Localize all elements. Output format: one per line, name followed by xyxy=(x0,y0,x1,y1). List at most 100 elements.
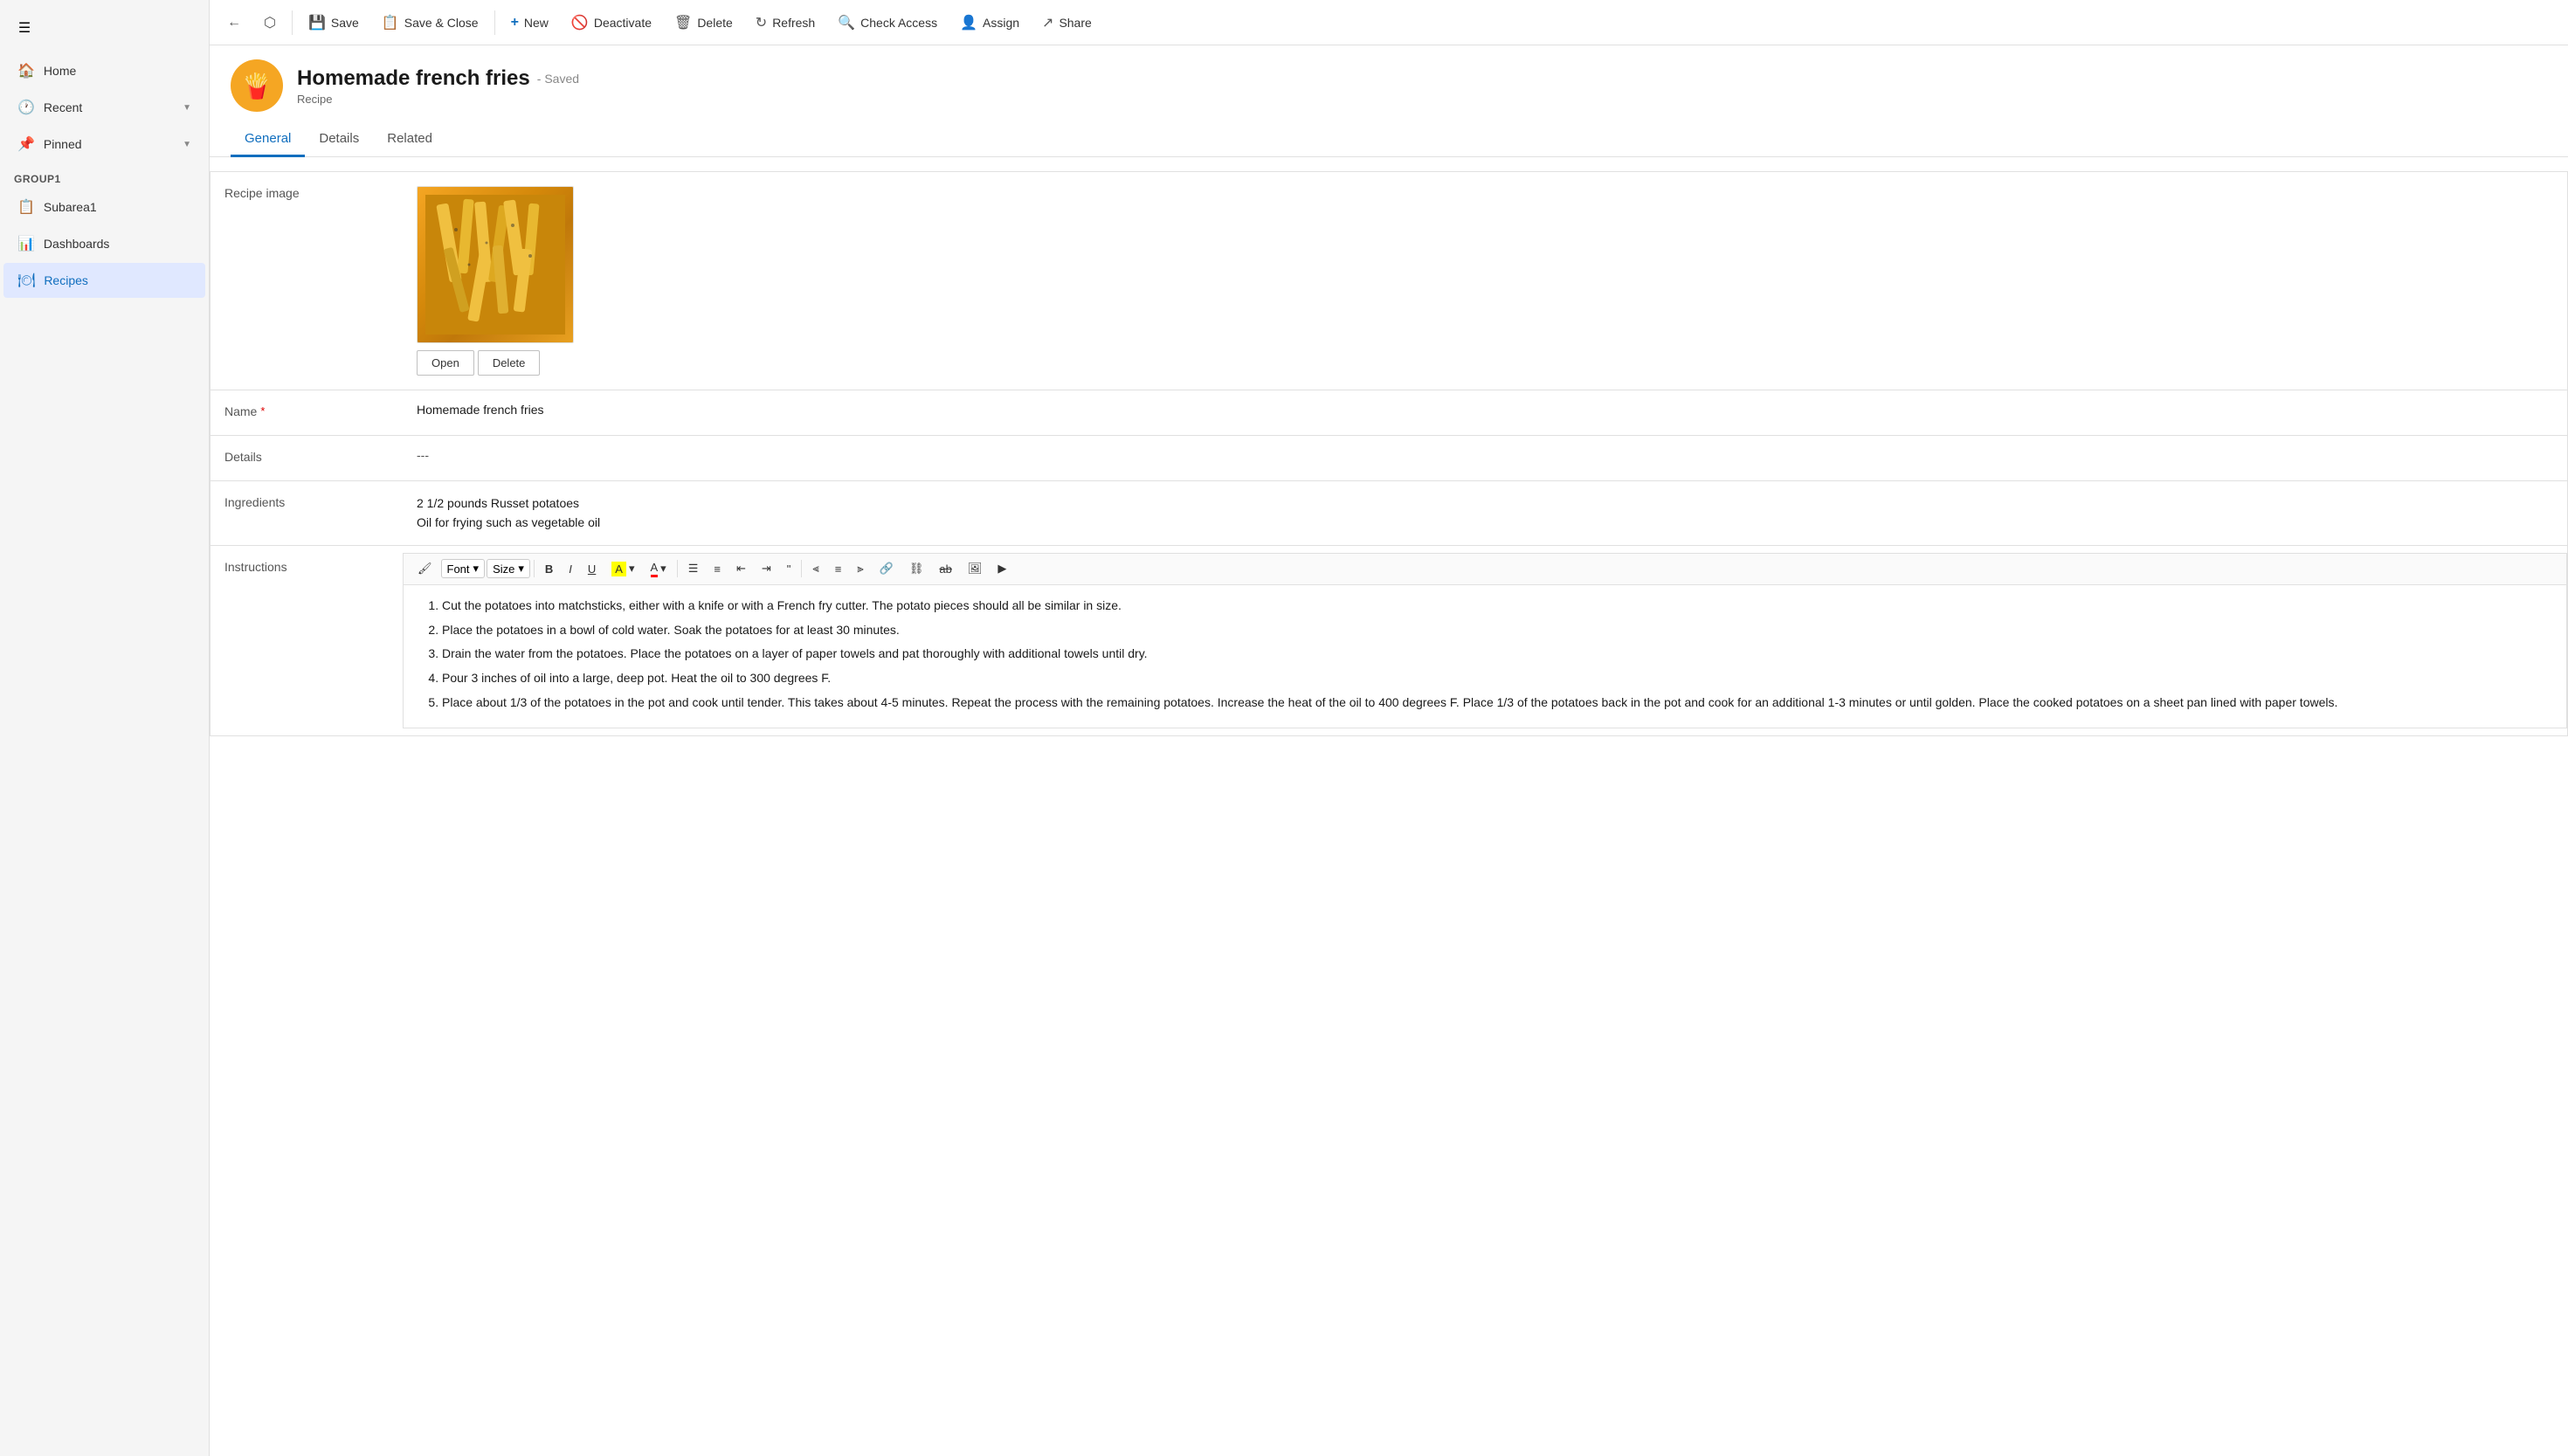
deactivate-label: Deactivate xyxy=(594,16,652,30)
increase-indent-icon: ⇥ xyxy=(762,562,771,576)
ingredients-label: Ingredients xyxy=(211,481,403,545)
tabs: General Details Related xyxy=(210,122,2568,157)
recipe-image-label: Recipe image xyxy=(211,172,403,390)
form-content: Recipe image xyxy=(210,157,2568,1456)
underline-button[interactable]: U xyxy=(581,559,603,579)
hamburger-icon: ☰ xyxy=(18,19,31,37)
decrease-indent-icon: ⇤ xyxy=(736,562,746,576)
assign-label: Assign xyxy=(983,16,1019,30)
instruction-item-1: Cut the potatoes into matchsticks, eithe… xyxy=(442,596,2545,617)
align-left-icon: ⫷ xyxy=(812,562,818,576)
sidebar-item-subarea1[interactable]: 📋 Subarea1 xyxy=(3,190,205,224)
more-icon: ▶ xyxy=(998,562,1006,576)
ingredients-line2: Oil for frying such as vegetable oil xyxy=(417,513,600,532)
deactivate-button[interactable]: 🚫 Deactivate xyxy=(561,7,662,38)
delete-icon: 🗑 xyxy=(674,14,692,31)
recipe-image-container xyxy=(417,186,574,343)
save-close-label: Save & Close xyxy=(404,16,479,30)
more-button[interactable]: ▶ xyxy=(991,558,1013,579)
new-label: New xyxy=(524,16,549,30)
new-button[interactable]: + New xyxy=(500,8,559,38)
sidebar-menu-button[interactable]: ☰ xyxy=(7,10,42,45)
font-color-button[interactable]: A ▾ xyxy=(644,557,673,581)
align-right-button[interactable]: ⫸ xyxy=(850,558,870,579)
refresh-label: Refresh xyxy=(772,16,815,30)
name-required: * xyxy=(260,404,265,417)
increase-indent-button[interactable]: ⇥ xyxy=(755,558,778,579)
refresh-button[interactable]: ↻ Refresh xyxy=(745,7,825,38)
sidebar-home-label: Home xyxy=(44,64,76,78)
bold-button[interactable]: B xyxy=(538,559,560,579)
avatar: 🍟 xyxy=(231,59,283,112)
name-value: Homemade french fries xyxy=(403,390,2567,435)
strikethrough-button[interactable]: ab xyxy=(932,559,958,579)
size-dropdown-label: Size xyxy=(493,562,514,576)
main-area: ← ⬡ 💾 Save 📋 Save & Close + New 🚫 Deacti… xyxy=(210,0,2568,1456)
link-icon: 🔗 xyxy=(880,562,894,576)
record-subtitle: Recipe xyxy=(297,93,579,106)
save-close-button[interactable]: 📋 Save & Close xyxy=(371,7,489,38)
numbered-list-button[interactable]: ≡ xyxy=(707,559,728,579)
unlink-button[interactable]: ⛓ xyxy=(902,558,931,579)
bullet-list-button[interactable]: ☰ xyxy=(681,558,706,579)
save-button[interactable]: 💾 Save xyxy=(298,7,369,38)
italic-icon: I xyxy=(569,562,572,576)
details-value: --- xyxy=(403,436,2567,480)
sidebar-item-home[interactable]: 🏠 Home xyxy=(3,53,205,88)
sidebar-pinned-label: Pinned xyxy=(44,137,82,151)
insert-image-button[interactable]: 🖼 xyxy=(961,558,990,579)
clear-format-button[interactable]: 🖌 xyxy=(411,558,439,579)
blockquote-button[interactable]: " xyxy=(780,559,798,579)
record-title-area: Homemade french fries - Saved Recipe xyxy=(297,66,579,106)
name-label: Name * xyxy=(211,390,403,435)
strikethrough-icon: ab xyxy=(939,562,951,576)
ingredients-value: 2 1/2 pounds Russet potatoes Oil for fry… xyxy=(403,481,2567,545)
sidebar-item-pinned[interactable]: 📌 Pinned ▼ xyxy=(3,127,205,162)
recipe-image-value: Open Delete xyxy=(403,172,2567,390)
assign-icon: 👤 xyxy=(960,14,977,31)
image-open-button[interactable]: Open xyxy=(417,350,474,376)
share-button[interactable]: ↗ Share xyxy=(1032,7,1102,38)
size-dropdown-arrow: ▾ xyxy=(518,562,524,576)
size-dropdown[interactable]: Size ▾ xyxy=(487,559,530,578)
sidebar-item-recent[interactable]: 🕐 Recent ▼ xyxy=(3,90,205,125)
deactivate-icon: 🚫 xyxy=(571,14,589,31)
check-access-button[interactable]: 🔍 Check Access xyxy=(827,7,948,38)
bold-icon: B xyxy=(545,562,553,576)
save-close-icon: 📋 xyxy=(382,14,399,31)
sidebar-item-dashboards[interactable]: 📊 Dashboards xyxy=(3,226,205,261)
instruction-item-2: Place the potatoes in a bowl of cold wat… xyxy=(442,620,2545,641)
link-button[interactable]: 🔗 xyxy=(873,558,901,579)
font-color-dropdown-arrow: ▾ xyxy=(660,562,666,576)
back-button[interactable]: ← xyxy=(217,8,252,38)
tab-details[interactable]: Details xyxy=(305,122,373,157)
record-header: 🍟 Homemade french fries - Saved Recipe xyxy=(210,45,2568,119)
sidebar: ☰ 🏠 Home 🕐 Recent ▼ 📌 Pinned ▼ Group1 📋 … xyxy=(0,0,210,1456)
instructions-toolbar: 🖌 Font ▾ Size ▾ xyxy=(403,553,2567,585)
align-center-icon: ≡ xyxy=(835,562,842,576)
highlight-button[interactable]: A ▾ xyxy=(604,558,641,580)
delete-button[interactable]: 🗑 Delete xyxy=(664,7,743,38)
sidebar-recipes-label: Recipes xyxy=(44,273,88,287)
tab-general[interactable]: General xyxy=(231,122,305,157)
instruction-item-4: Pour 3 inches of oil into a large, deep … xyxy=(442,668,2545,689)
open-new-window-button[interactable]: ⬡ xyxy=(253,7,286,38)
assign-button[interactable]: 👤 Assign xyxy=(949,7,1030,38)
bullet-list-icon: ☰ xyxy=(688,562,699,576)
font-dropdown[interactable]: Font ▾ xyxy=(441,559,486,578)
image-delete-button[interactable]: Delete xyxy=(478,350,541,376)
tab-related[interactable]: Related xyxy=(373,122,446,157)
italic-button[interactable]: I xyxy=(562,559,579,579)
toolbar-sep-2 xyxy=(494,10,495,35)
align-center-button[interactable]: ≡ xyxy=(828,559,849,579)
instructions-content[interactable]: Cut the potatoes into matchsticks, eithe… xyxy=(403,585,2567,728)
sidebar-dashboards-label: Dashboards xyxy=(44,237,110,251)
back-icon: ← xyxy=(227,15,241,31)
align-left-button[interactable]: ⫷ xyxy=(805,558,825,579)
avatar-emoji: 🍟 xyxy=(242,72,273,100)
toolbar: ← ⬡ 💾 Save 📋 Save & Close + New 🚫 Deacti… xyxy=(210,0,2568,45)
sidebar-item-recipes[interactable]: 🍽 Recipes xyxy=(3,263,205,298)
share-icon: ↗ xyxy=(1042,14,1053,31)
subarea1-icon: 📋 xyxy=(17,198,35,216)
decrease-indent-button[interactable]: ⇤ xyxy=(729,558,753,579)
